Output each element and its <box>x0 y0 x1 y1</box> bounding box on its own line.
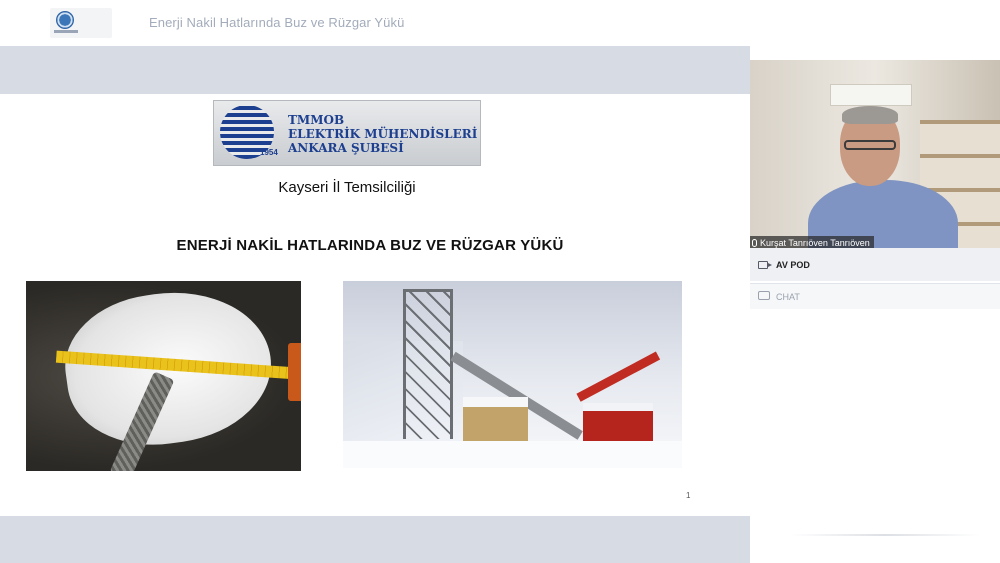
participant-hair <box>842 106 898 124</box>
video-feed[interactable]: Kurşat Tanrıöven Tanrıöven <box>750 60 1000 248</box>
air-conditioner <box>830 84 912 106</box>
logo-year: 1954 <box>260 148 278 157</box>
presentation-stage: TMMOB ELEKTRİK MÜHENDİSLERİ ODASI ANKARA… <box>0 46 750 563</box>
logo-line-2: ELEKTRİK MÜHENDİSLERİ ODASI <box>288 127 480 141</box>
divider <box>790 534 980 536</box>
logo-caption-mark <box>54 30 78 33</box>
slide-page-number: 1 <box>686 491 691 500</box>
top-bar: Enerji Nakil Hatlarında Buz ve Rüzgar Yü… <box>0 0 1000 46</box>
tmmob-emo-logo: TMMOB ELEKTRİK MÜHENDİSLERİ ODASI ANKARA… <box>213 100 481 166</box>
slide-heading: ENERJİ NAKİL HATLARINDA BUZ VE RÜZGAR YÜ… <box>176 237 564 254</box>
chat-icon <box>758 291 770 300</box>
av-pod-label: AV POD <box>776 260 810 270</box>
chat-tab[interactable]: CHAT <box>750 283 1000 309</box>
snow-ground <box>343 441 682 468</box>
participant-name: Kurşat Tanrıöven Tanrıöven <box>760 238 870 248</box>
participant-glasses <box>844 140 896 150</box>
logo-line-1: TMMOB <box>288 113 345 127</box>
mic-icon <box>752 239 757 247</box>
ice-cable-photo <box>26 281 301 471</box>
slide-subtitle: Kayseri İl Temsilciliği <box>278 179 416 196</box>
transmission-tower <box>403 289 453 439</box>
participant-name-tag: Kurşat Tanrıöven Tanrıöven <box>750 236 874 248</box>
video-camera-icon <box>758 261 772 269</box>
collapsed-tower-photo <box>343 281 682 468</box>
av-pod-tab[interactable]: AV POD <box>750 248 1000 281</box>
meeting-title: Enerji Nakil Hatlarında Buz ve Rüzgar Yü… <box>149 15 405 30</box>
crane-arm <box>576 351 661 402</box>
bottom-strip <box>750 530 1000 563</box>
tape-holder <box>288 343 301 401</box>
logo-line-3: ANKARA ŞUBESİ <box>288 141 404 155</box>
chat-label: CHAT <box>776 292 800 302</box>
emo-logo-icon <box>50 8 112 38</box>
logo-globe-icon <box>56 11 74 29</box>
right-panel: Kurşat Tanrıöven Tanrıöven AV POD CHAT <box>750 46 1000 563</box>
